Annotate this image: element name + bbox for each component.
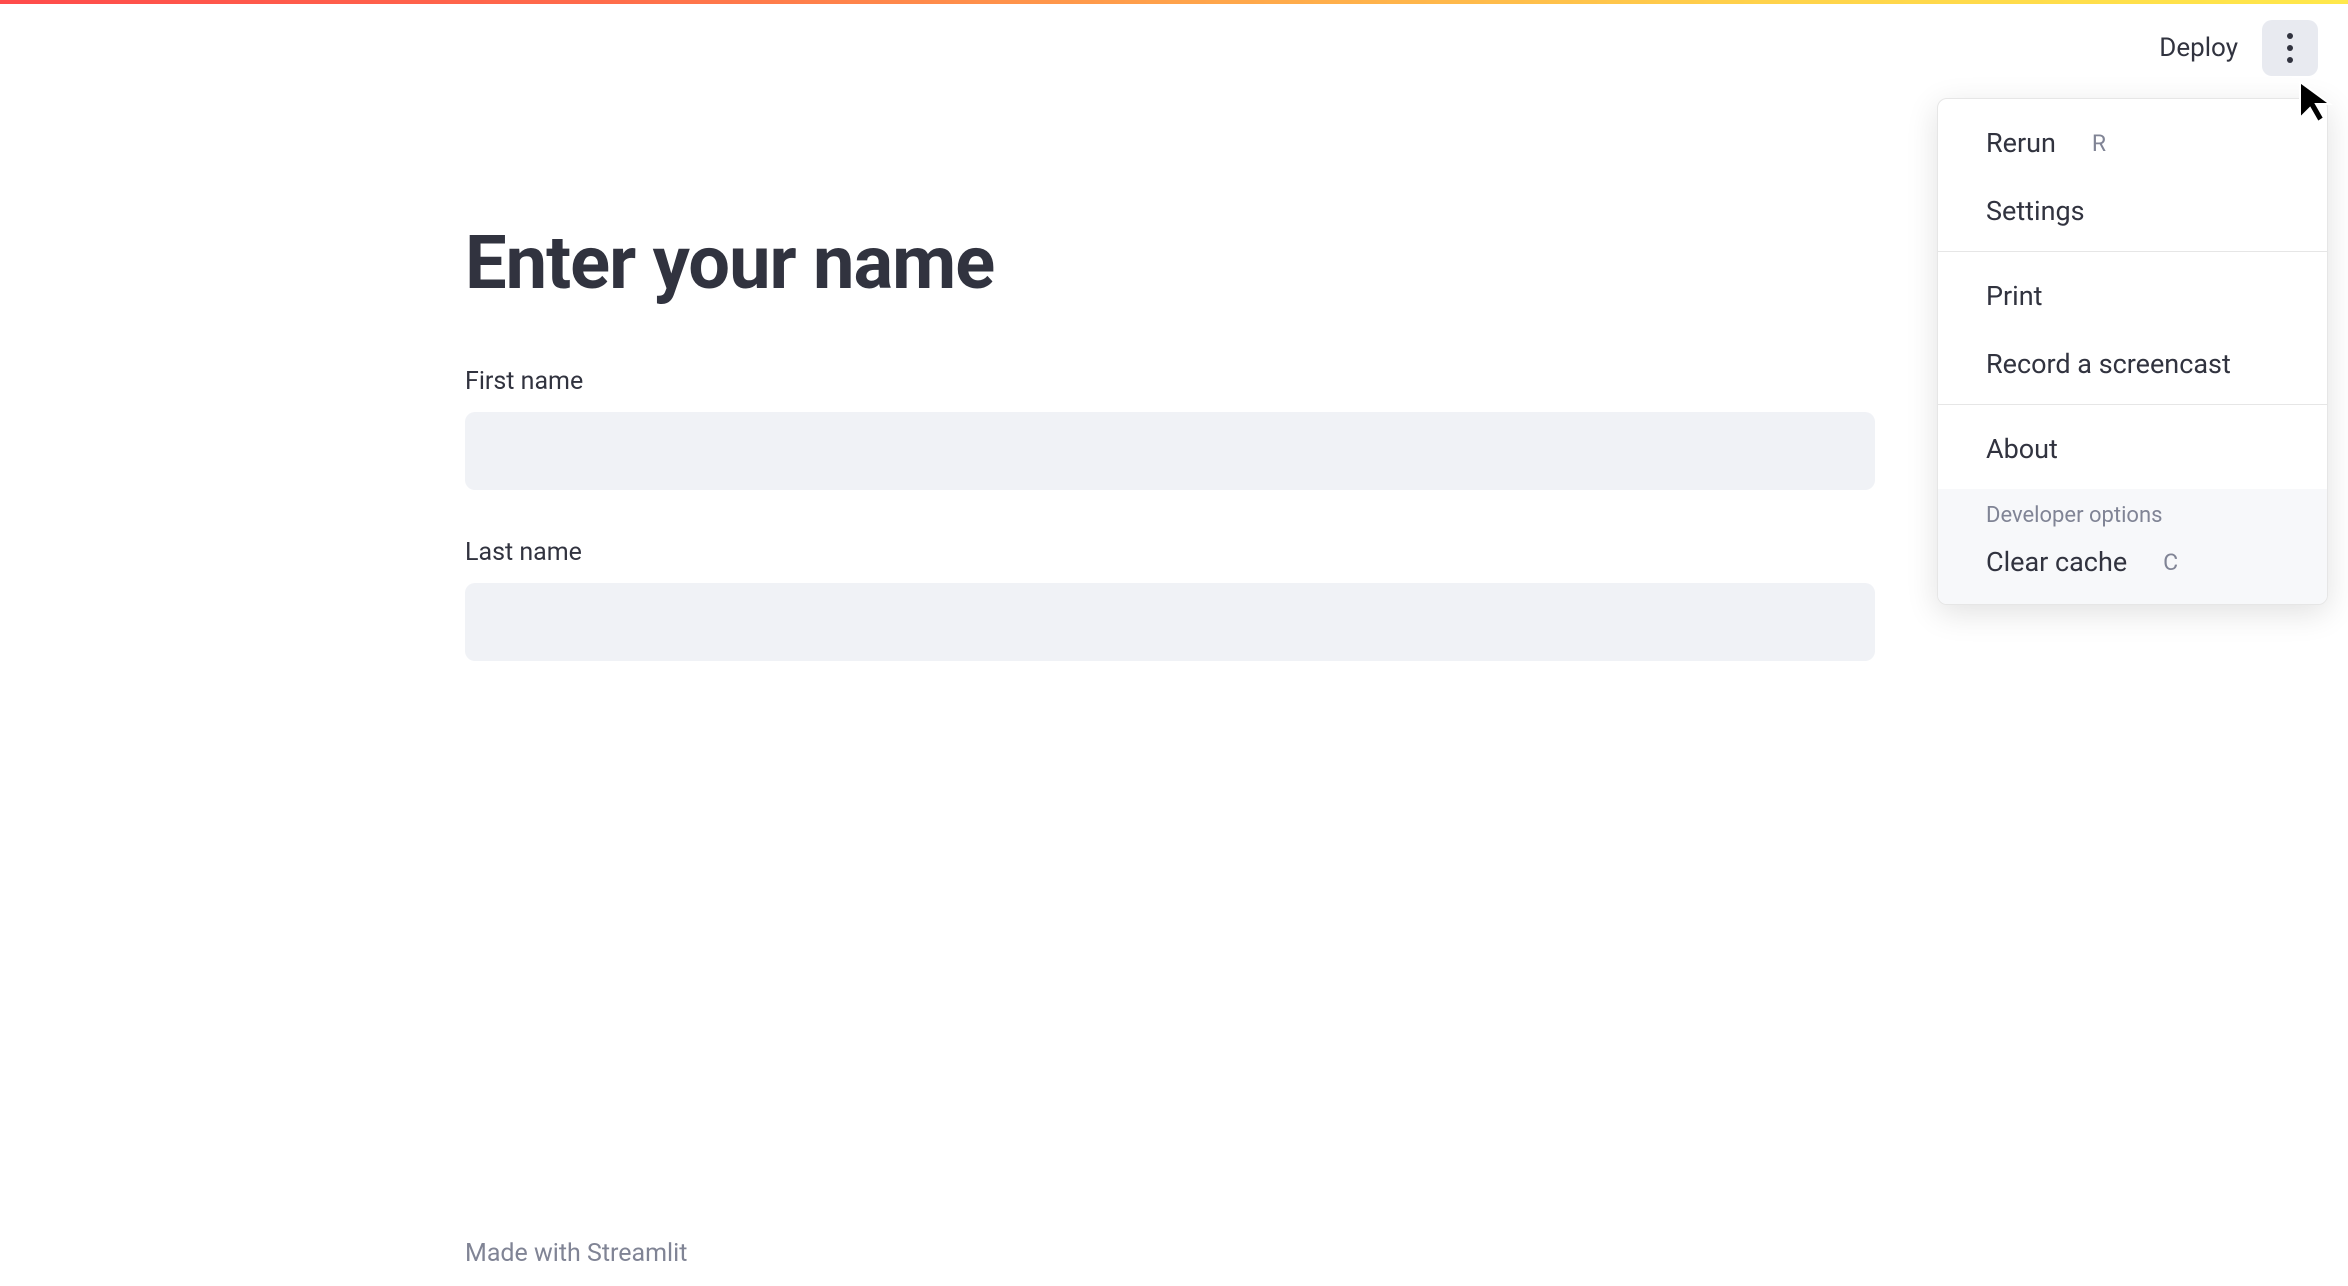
menu-shortcut-rerun: R <box>2092 130 2106 157</box>
footer-prefix: Made with <box>465 1239 587 1268</box>
menu-item-record-label: Record a screencast <box>1986 348 2231 380</box>
menu-item-record[interactable]: Record a screencast <box>1938 330 2327 404</box>
deploy-button[interactable]: Deploy <box>2159 33 2238 63</box>
menu-item-about-label: About <box>1986 433 2058 465</box>
footer: Made with Streamlit <box>465 1239 687 1268</box>
menu-item-rerun[interactable]: Rerun R <box>1938 99 2327 177</box>
top-gradient-bar <box>0 0 2348 4</box>
developer-options-header: Developer options <box>1938 489 2327 534</box>
menu-item-print[interactable]: Print <box>1938 252 2327 330</box>
main-menu-dropdown: Rerun R Settings Print Record a screenca… <box>1937 98 2328 605</box>
last-name-label: Last name <box>465 538 1875 567</box>
first-name-input[interactable] <box>465 412 1875 490</box>
last-name-group: Last name <box>465 538 1875 661</box>
toolbar: Deploy <box>2159 20 2318 76</box>
menu-item-about[interactable]: About <box>1938 405 2327 489</box>
last-name-input[interactable] <box>465 583 1875 661</box>
menu-item-settings-label: Settings <box>1986 195 2085 227</box>
streamlit-link[interactable]: Streamlit <box>587 1239 687 1268</box>
menu-item-clear-cache-label: Clear cache <box>1986 546 2127 578</box>
developer-options-section: Developer options Clear cache C <box>1938 489 2327 604</box>
page-title: Enter your name <box>465 220 1875 307</box>
menu-item-print-label: Print <box>1986 280 2043 312</box>
menu-shortcut-clear-cache: C <box>2163 549 2178 576</box>
first-name-group: First name <box>465 367 1875 490</box>
first-name-label: First name <box>465 367 1875 396</box>
main-content: Enter your name First name Last name <box>465 220 1875 709</box>
main-menu-button[interactable] <box>2262 20 2318 76</box>
menu-item-clear-cache[interactable]: Clear cache C <box>1938 534 2327 596</box>
menu-item-rerun-label: Rerun <box>1986 127 2056 159</box>
menu-item-settings[interactable]: Settings <box>1938 177 2327 251</box>
more-vertical-icon <box>2287 33 2293 63</box>
